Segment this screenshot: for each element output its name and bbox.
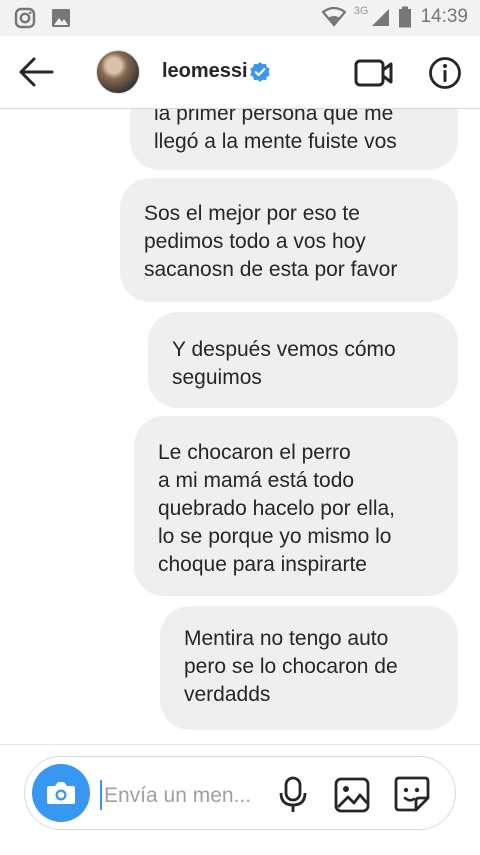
message-text: Mentira no tengo auto pero se lo chocaro… [184,627,398,706]
message-text: Y después vemos cómo seguimos [172,338,396,389]
username[interactable]: leomessi [162,60,248,83]
text-cursor [100,780,102,810]
chat-header: leomessi [0,36,480,109]
message-text: la primer persona que me llegó a la ment… [154,108,397,153]
microphone-icon[interactable] [276,776,310,814]
status-left-icons [14,7,72,29]
message-text: Le chocaron el perro a mi mamá está todo… [158,441,396,576]
info-icon[interactable] [428,56,462,90]
message-bubble[interactable]: Y después vemos cómo seguimos [148,312,458,408]
verified-badge-icon [250,62,270,82]
avatar[interactable] [96,50,140,94]
message-bubble[interactable]: Sos el mejor por eso te pedimos todo a v… [120,178,458,302]
camera-button[interactable] [32,764,90,822]
network-type: 3G [353,5,369,17]
message-input[interactable] [104,781,268,811]
status-bar: 3G 14:39 [0,0,480,36]
instagram-icon [14,7,36,29]
sticker-icon[interactable] [393,775,431,813]
message-thread[interactable]: la primer persona que me llegó a la ment… [0,108,480,744]
message-bubble[interactable]: Le chocaron el perro a mi mamá está todo… [134,416,458,596]
camera-icon [47,782,75,804]
image-notification-icon [52,9,70,27]
message-bubble[interactable]: la primer persona que me llegó a la ment… [130,108,458,170]
signal-icon [372,9,390,26]
clock: 14:39 [420,6,468,27]
status-right: 3G 14:39 [321,5,468,28]
back-arrow-icon[interactable] [16,54,56,90]
gallery-icon[interactable] [334,777,370,813]
message-text: Sos el mejor por eso te pedimos todo a v… [144,202,398,281]
message-bubble[interactable]: Mentira no tengo auto pero se lo chocaro… [160,606,458,730]
video-call-icon[interactable] [354,58,394,88]
battery-icon [399,6,412,28]
wifi-icon [321,7,346,27]
